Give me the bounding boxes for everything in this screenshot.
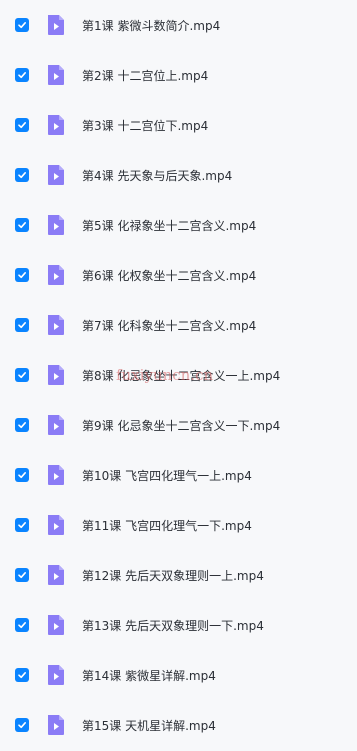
video-file-icon — [46, 714, 66, 736]
checkbox[interactable] — [15, 718, 29, 732]
file-name: 第12课 先后天双象理则一上.mp4 — [82, 568, 264, 583]
file-row[interactable]: 第5课 化禄象坐十二宫含义.mp4 — [0, 200, 357, 250]
file-row[interactable]: 第3课 十二宫位下.mp4 — [0, 100, 357, 150]
checkbox[interactable] — [15, 618, 29, 632]
file-name: 第7课 化科象坐十二宫含义.mp4 — [82, 318, 257, 333]
video-file-icon — [46, 214, 66, 236]
check-icon — [18, 22, 26, 29]
file-row[interactable]: 第11课 飞宫四化理气一下.mp4 — [0, 500, 357, 550]
checkbox[interactable] — [15, 168, 29, 182]
file-name: 第8课 化忌象坐十二宫含义一上.mp4 — [82, 368, 281, 383]
video-file-icon — [46, 264, 66, 286]
file-name: 第15课 天机星详解.mp4 — [82, 718, 216, 733]
file-row[interactable]: 第10课 飞宫四化理气一上.mp4 — [0, 450, 357, 500]
checkbox[interactable] — [15, 218, 29, 232]
checkbox[interactable] — [15, 118, 29, 132]
video-file-icon — [46, 414, 66, 436]
check-icon — [18, 572, 26, 579]
check-icon — [18, 472, 26, 479]
file-name: 第14课 紫微星详解.mp4 — [82, 668, 216, 683]
video-file-icon — [46, 514, 66, 536]
file-row[interactable]: 第1课 紫微斗数简介.mp4 — [0, 0, 357, 50]
checkbox[interactable] — [15, 318, 29, 332]
checkbox[interactable] — [15, 268, 29, 282]
check-icon — [18, 422, 26, 429]
check-icon — [18, 72, 26, 79]
checkbox[interactable] — [15, 68, 29, 82]
file-row[interactable]: 第13课 先后天双象理则一下.mp4 — [0, 600, 357, 650]
file-name: 第3课 十二宫位下.mp4 — [82, 118, 209, 133]
checkbox[interactable] — [15, 568, 29, 582]
check-icon — [18, 622, 26, 629]
file-row[interactable]: 第6课 化权象坐十二宫含义.mp4 — [0, 250, 357, 300]
file-name: 第6课 化权象坐十二宫含义.mp4 — [82, 268, 257, 283]
file-name: 第5课 化禄象坐十二宫含义.mp4 — [82, 218, 257, 233]
checkbox[interactable] — [15, 418, 29, 432]
check-icon — [18, 172, 26, 179]
file-name: 第11课 飞宫四化理气一下.mp4 — [82, 518, 252, 533]
file-row[interactable]: 第9课 化忌象坐十二宫含义一下.mp4 — [0, 400, 357, 450]
file-row[interactable]: 第7课 化科象坐十二宫含义.mp4 — [0, 300, 357, 350]
file-name: 第9课 化忌象坐十二宫含义一下.mp4 — [82, 418, 281, 433]
file-name: 第10课 飞宫四化理气一上.mp4 — [82, 468, 252, 483]
video-file-icon — [46, 614, 66, 636]
file-row[interactable]: 第12课 先后天双象理则一上.mp4 — [0, 550, 357, 600]
checkbox[interactable] — [15, 18, 29, 32]
file-row[interactable]: 第15课 天机星详解.mp4 — [0, 700, 357, 750]
file-name: 第4课 先天象与后天象.mp4 — [82, 168, 233, 183]
video-file-icon — [46, 464, 66, 486]
file-row[interactable]: 第14课 紫微星详解.mp4 — [0, 650, 357, 700]
file-name: 第13课 先后天双象理则一下.mp4 — [82, 618, 264, 633]
video-file-icon — [46, 314, 66, 336]
video-file-icon — [46, 164, 66, 186]
video-file-icon — [46, 14, 66, 36]
file-row[interactable]: 第4课 先天象与后天象.mp4 — [0, 150, 357, 200]
check-icon — [18, 322, 26, 329]
file-list: 第1课 紫微斗数简介.mp4 第2课 十二宫位上.mp4 第3课 十二宫位下.m… — [0, 0, 357, 751]
checkbox[interactable] — [15, 468, 29, 482]
check-icon — [18, 722, 26, 729]
file-name: 第1课 紫微斗数简介.mp4 — [82, 18, 221, 33]
video-file-icon — [46, 564, 66, 586]
file-name: 第2课 十二宫位上.mp4 — [82, 68, 209, 83]
checkbox[interactable] — [15, 668, 29, 682]
check-icon — [18, 372, 26, 379]
file-row[interactable]: 第2课 十二宫位上.mp4 — [0, 50, 357, 100]
video-file-icon — [46, 364, 66, 386]
file-row[interactable]: 第8课 化忌象坐十二宫含义一上.mp4 — [0, 350, 357, 400]
video-file-icon — [46, 114, 66, 136]
check-icon — [18, 122, 26, 129]
check-icon — [18, 522, 26, 529]
checkbox[interactable] — [15, 518, 29, 532]
video-file-icon — [46, 664, 66, 686]
checkbox[interactable] — [15, 368, 29, 382]
check-icon — [18, 222, 26, 229]
video-file-icon — [46, 64, 66, 86]
check-icon — [18, 272, 26, 279]
check-icon — [18, 672, 26, 679]
